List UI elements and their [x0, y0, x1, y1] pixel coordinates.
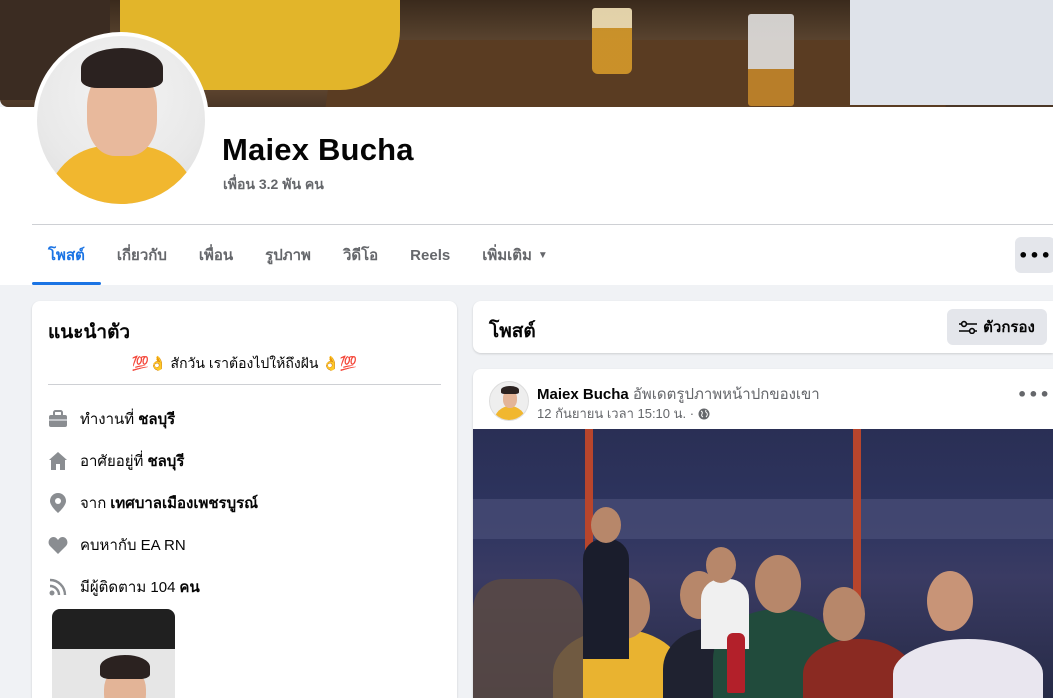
bio-emoji-left: 💯👌	[131, 355, 167, 371]
cover-shape	[592, 8, 632, 74]
info-relationship: คบหากับ EA RN	[48, 533, 186, 557]
photo-shape	[52, 609, 175, 649]
location-pin-icon	[48, 493, 68, 513]
info-value[interactable]: เทศบาลเมืองเพชรบูรณ์	[110, 491, 258, 515]
globe-icon	[698, 408, 710, 419]
posts-title: โพสต์	[489, 321, 536, 342]
home-icon	[48, 451, 68, 471]
tab-reels[interactable]: Reels	[394, 238, 466, 272]
profile-tabs: โพสต์ เกี่ยวกับ เพื่อน รูปภาพ วิดีโอ Ree…	[32, 238, 564, 285]
info-value[interactable]: คน	[179, 575, 199, 599]
info-value[interactable]: ชลบุรี	[147, 449, 184, 473]
header-divider	[32, 224, 1053, 225]
photo-shape	[591, 507, 621, 543]
post-menu-button[interactable]: •••	[1017, 385, 1051, 404]
photo-shape	[706, 547, 736, 583]
avatar-shape	[501, 386, 519, 394]
intro-title: แนะนำตัว	[48, 322, 131, 343]
tab-more[interactable]: เพิ่มเติม ▼	[466, 238, 564, 272]
photo-shape	[927, 571, 973, 631]
bio-text: สักวัน เราต้องไปให้ถึงฝัน	[170, 355, 319, 371]
tab-friends[interactable]: เพื่อน	[183, 238, 249, 272]
info-work: ทำงานที่ ชลบุรี	[48, 407, 175, 431]
post-author-avatar[interactable]	[489, 381, 529, 421]
post-timestamp[interactable]: 12 กันยายน เวลา 15:10 น. ·	[537, 403, 694, 424]
more-options-button[interactable]: •••	[1015, 237, 1053, 273]
filter-icon	[959, 320, 978, 334]
photo-shape	[473, 499, 1053, 539]
post-card: Maiex Bucha อัพเดตรูปภาพหน้าปกของเขา 12 …	[473, 369, 1053, 698]
info-value[interactable]: ชลบุรี	[138, 407, 175, 431]
info-prefix: ทำงานที่	[80, 411, 135, 428]
filter-label: ตัวกรอง	[983, 319, 1035, 336]
post-meta: 12 กันยายน เวลา 15:10 น. ·	[537, 403, 710, 424]
tab-label: เกี่ยวกับ	[116, 247, 167, 264]
photo-shape	[100, 655, 150, 679]
profile-name: Maiex Bucha	[222, 132, 414, 167]
info-prefix: จาก	[80, 495, 107, 512]
tab-label: โพสต์	[48, 247, 85, 264]
info-lives: อาศัยอยู่ที่ ชลบุรี	[48, 449, 184, 473]
tab-label: เพิ่มเติม	[482, 247, 532, 264]
post-photo[interactable]	[473, 429, 1053, 698]
photo-shape	[893, 639, 1043, 698]
bio-divider	[48, 384, 441, 385]
photo-shape	[727, 633, 745, 693]
post-author-name[interactable]: Maiex Bucha	[537, 386, 629, 403]
info-followers: มีผู้ติดตาม 104 คน	[48, 575, 200, 599]
tab-posts[interactable]: โพสต์	[32, 238, 101, 285]
post-action: อัพเดตรูปภาพหน้าปกของเขา	[632, 386, 820, 403]
info-prefix: อาศัยอยู่ที่	[80, 453, 144, 470]
photo-shape	[823, 587, 865, 641]
tab-videos[interactable]: วิดีโอ	[327, 238, 394, 272]
tab-label: เพื่อน	[198, 247, 234, 264]
tab-label: รูปภาพ	[265, 247, 311, 264]
tab-about[interactable]: เกี่ยวกับ	[101, 238, 183, 272]
bio: 💯👌 สักวัน เราต้องไปให้ถึงฝัน 👌💯	[32, 353, 457, 375]
info-from: จาก เทศบาลเมืองเพชรบูรณ์	[48, 491, 258, 515]
photo-shape	[583, 539, 629, 659]
info-prefix: มีผู้ติดตาม 104	[80, 579, 176, 596]
cover-shape	[748, 14, 794, 106]
tab-label: Reels	[410, 246, 451, 264]
rss-icon	[48, 577, 68, 597]
avatar-shape	[81, 48, 163, 88]
profile-avatar-image	[37, 36, 205, 204]
cover-shape	[850, 0, 1053, 105]
filter-button[interactable]: ตัวกรอง	[947, 309, 1047, 345]
bio-emoji-right: 👌💯	[322, 355, 358, 371]
avatar-shape	[494, 406, 526, 420]
friends-count[interactable]: เพื่อน 3.2 พัน คน	[223, 174, 324, 196]
posts-header: โพสต์ ตัวกรอง	[473, 301, 1053, 353]
info-prefix[interactable]: คบหากับ EA RN	[80, 533, 186, 557]
photo-shape	[473, 579, 583, 698]
photo-shape	[755, 555, 801, 613]
heart-icon	[48, 535, 68, 555]
tab-label: วิดีโอ	[342, 247, 379, 264]
featured-photo[interactable]	[52, 609, 175, 698]
profile-avatar[interactable]	[33, 32, 209, 208]
briefcase-icon	[48, 409, 68, 429]
intro-card: แนะนำตัว 💯👌 สักวัน เราต้องไปให้ถึงฝัน 👌💯…	[32, 301, 457, 698]
tab-photos[interactable]: รูปภาพ	[249, 238, 327, 272]
caret-down-icon: ▼	[537, 249, 548, 261]
